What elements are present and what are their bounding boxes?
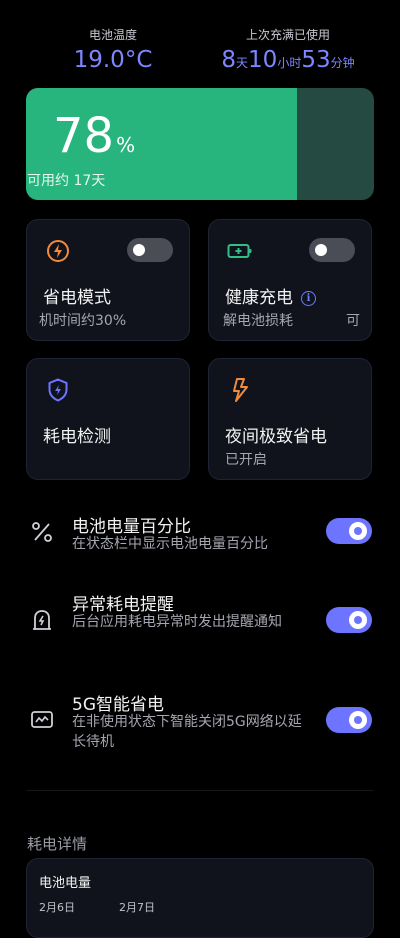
minutes-unit: 分钟 <box>330 56 355 70</box>
since-full-charge-stat: 上次充满已使用 8天10小时53分钟 <box>210 26 366 73</box>
abnormal-drain-reminder-description: 后台应用耗电异常时发出提醒通知 <box>72 614 282 630</box>
healthy-charging-title: 健康充电 i <box>225 283 316 308</box>
abnormal-drain-reminder-toggle[interactable] <box>326 607 372 633</box>
battery-percentage-description: 在状态栏中显示电池电量百分比 <box>72 536 268 552</box>
night-power-saving-subtitle: 已开启 <box>225 452 267 468</box>
days-unit: 天 <box>236 56 249 70</box>
percent-icon <box>32 522 52 542</box>
section-divider <box>26 790 374 791</box>
healthy-charging-card[interactable]: 健康充电 i 解电池损耗 可 <box>208 219 372 341</box>
toggle-knob <box>133 244 145 256</box>
battery-temperature-value: 19.0°C <box>73 47 153 73</box>
toggle-knob <box>315 244 327 256</box>
battery-percent-sign: % <box>116 133 136 157</box>
power-saving-toggle[interactable] <box>127 238 173 262</box>
healthy-charging-subtitle: 解电池损耗 <box>223 313 293 329</box>
power-saving-subtitle: 机时间约30% <box>39 313 127 329</box>
battery-level-detail-card[interactable]: 电池电量 2月6日 2月7日 <box>26 858 374 938</box>
healthy-charging-toggle[interactable] <box>309 238 355 262</box>
days-value: 8 <box>221 47 237 73</box>
healthy-charging-title-text: 健康充电 <box>225 288 293 308</box>
since-full-charge-label: 上次充满已使用 <box>245 28 330 42</box>
battery-plus-icon <box>227 244 252 258</box>
night-power-saving-card[interactable]: 夜间极致省电 已开启 <box>208 358 372 480</box>
hours-unit: 小时 <box>277 56 302 70</box>
lightning-bolt-icon <box>233 378 248 402</box>
date-label: 2月6日 <box>39 901 75 914</box>
monitor-wave-icon <box>31 711 53 728</box>
power-detection-title: 耗电检测 <box>43 427 111 447</box>
minutes-value: 53 <box>301 47 331 73</box>
date-label: 2月7日 <box>119 901 155 914</box>
info-icon[interactable]: i <box>301 291 316 306</box>
battery-percent: 78% <box>53 108 135 173</box>
shield-lightning-icon <box>48 378 68 402</box>
toggle-knob <box>349 711 367 729</box>
power-detection-card[interactable]: 耗电检测 <box>26 358 190 480</box>
battery-temperature-stat: 电池温度 19.0°C <box>70 26 156 73</box>
battery-level-detail-title: 电池电量 <box>39 876 92 891</box>
since-full-charge-value: 8天10小时53分钟 <box>210 47 366 73</box>
battery-remaining-time: 可用约 17天 <box>27 173 106 189</box>
hours-value: 10 <box>248 47 278 73</box>
healthy-charging-subtitle-extra: 可 <box>346 313 360 329</box>
toggle-knob <box>349 611 367 629</box>
lightning-circle-icon <box>47 240 69 262</box>
power-details-section-title: 耗电详情 <box>27 835 88 853</box>
5g-smart-saving-description: 在非使用状态下智能关闭5G网络以延长待机 <box>72 714 302 750</box>
power-saving-mode-card[interactable]: 省电模式 机时间约30% <box>26 219 190 341</box>
battery-temperature-label: 电池温度 <box>88 28 137 42</box>
night-power-saving-title: 夜间极致省电 <box>225 427 327 447</box>
power-saving-title: 省电模式 <box>43 288 111 308</box>
toggle-knob <box>349 522 367 540</box>
tombstone-lightning-icon <box>33 610 51 630</box>
battery-percentage-toggle[interactable] <box>326 518 372 544</box>
battery-percent-value: 78 <box>53 108 115 164</box>
5g-smart-saving-toggle[interactable] <box>326 707 372 733</box>
